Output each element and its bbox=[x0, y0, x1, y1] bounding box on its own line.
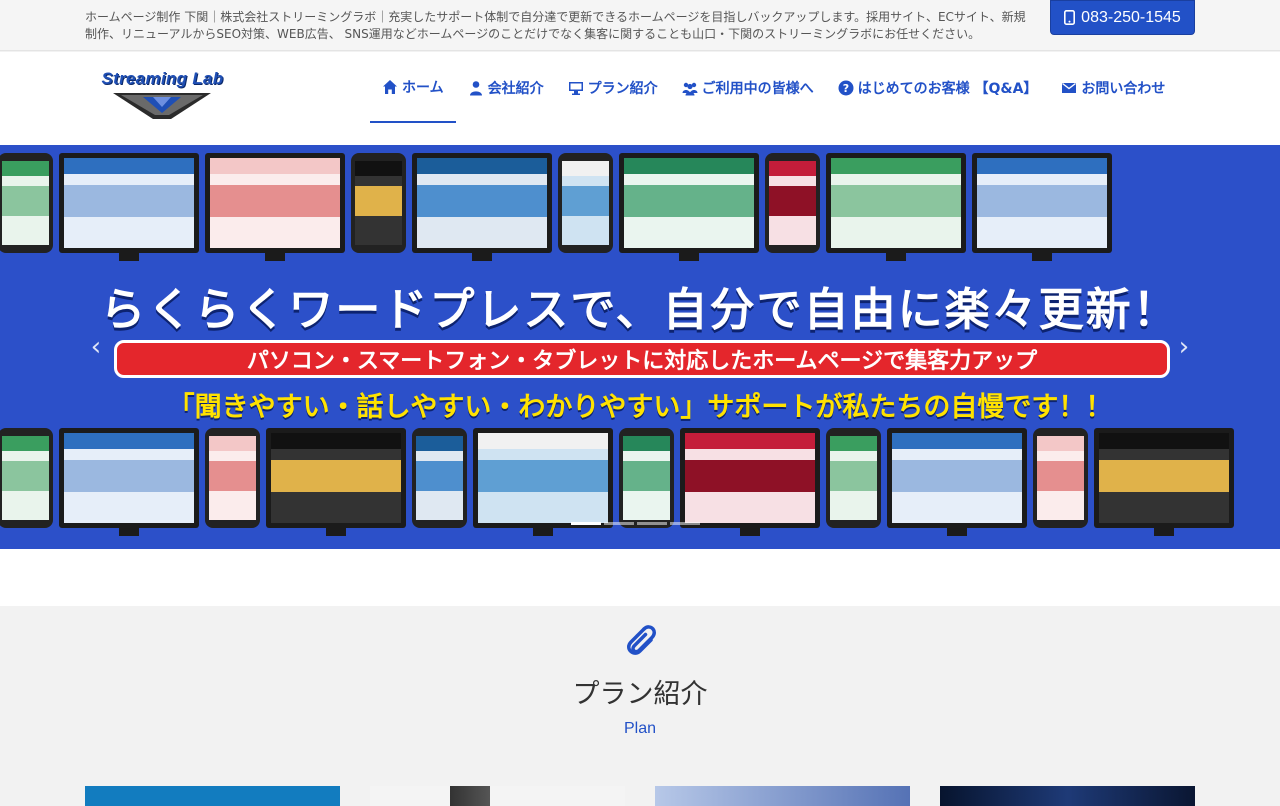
phone-mockup bbox=[205, 428, 260, 528]
monitor-mockup bbox=[473, 428, 613, 536]
nav-item-contact[interactable]: お問い合わせ bbox=[1049, 52, 1177, 123]
monitor-mockup bbox=[972, 153, 1112, 261]
monitor-mockup bbox=[826, 153, 966, 261]
phone-mockup bbox=[1033, 428, 1088, 528]
paperclip-icon bbox=[627, 625, 656, 655]
nav-label: ホーム bbox=[402, 79, 444, 96]
device-showcase-top bbox=[0, 153, 1278, 261]
monitor-mockup bbox=[887, 428, 1027, 536]
slider-indicator[interactable] bbox=[571, 522, 601, 525]
slider-indicator[interactable] bbox=[637, 522, 667, 525]
slider-indicator[interactable] bbox=[670, 522, 700, 525]
hero-ribbon: パソコン・スマートフォン・タブレットに対応したホームページで集客力アップ bbox=[114, 340, 1170, 378]
phone-mockup bbox=[765, 153, 820, 253]
nav-label: ご利用中の皆様へ bbox=[701, 80, 814, 97]
mail-icon bbox=[1062, 82, 1077, 93]
section-subtitle: Plan bbox=[623, 720, 657, 737]
home-icon bbox=[383, 79, 397, 94]
plan-card[interactable] bbox=[940, 786, 1195, 806]
monitor-mockup bbox=[619, 153, 759, 261]
phone-mockup bbox=[351, 153, 406, 253]
top-info-bar: ホームページ制作 下関｜株式会社ストリーミングラボ｜充実したサポート体制で自分達… bbox=[0, 0, 1280, 51]
plan-card[interactable] bbox=[655, 786, 910, 806]
main-nav: ホーム 会社紹介 プラン紹介 ご利用中の皆様へ ? はじめてのお客様 【Q&A】… bbox=[370, 52, 1177, 123]
phone-mockup bbox=[826, 428, 881, 528]
nav-item-home[interactable]: ホーム bbox=[370, 52, 456, 123]
monitor-mockup bbox=[205, 153, 345, 261]
monitor-icon bbox=[568, 81, 583, 95]
svg-text:?: ? bbox=[842, 82, 848, 95]
logo-emblem-icon bbox=[113, 93, 211, 119]
plan-card[interactable] bbox=[85, 786, 340, 806]
nav-item-company[interactable]: 会社紹介 bbox=[456, 52, 556, 123]
nav-label: はじめてのお客様 【Q&A】 bbox=[857, 80, 1038, 97]
phone-mockup bbox=[0, 428, 53, 528]
nav-label: プラン紹介 bbox=[587, 80, 658, 97]
logo-text: Streaming Lab bbox=[101, 69, 224, 88]
phone-mockup bbox=[0, 153, 53, 253]
nav-label: お問い合わせ bbox=[1081, 80, 1166, 97]
question-icon: ? bbox=[838, 80, 854, 95]
slider-indicators bbox=[571, 522, 700, 525]
hero-ribbon-text: パソコン・スマートフォン・タブレットに対応したホームページで集客力アップ bbox=[246, 349, 1038, 374]
monitor-mockup bbox=[59, 153, 199, 261]
monitor-mockup bbox=[59, 428, 199, 536]
hero-slider: らくらくワードプレスで、自分で自由に楽々更新！ パソコン・スマートフォン・タブレ… bbox=[0, 145, 1280, 549]
hero-subheadline: 「聞きやすい・話しやすい・わかりやすい」サポートが私たちの自慢です！！ bbox=[167, 392, 1113, 423]
person-icon bbox=[469, 80, 482, 95]
monitor-mockup bbox=[412, 153, 552, 261]
slider-indicator[interactable] bbox=[604, 522, 634, 525]
mobile-phone-icon bbox=[1064, 10, 1076, 25]
phone-button[interactable]: 083-250-1545 bbox=[1050, 0, 1195, 35]
plan-section: プラン紹介 Plan bbox=[0, 606, 1280, 806]
phone-mockup bbox=[412, 428, 467, 528]
monitor-mockup bbox=[266, 428, 406, 536]
site-logo[interactable]: Streaming Lab bbox=[85, 69, 240, 121]
nav-item-plans[interactable]: プラン紹介 bbox=[556, 52, 670, 123]
nav-label: 会社紹介 bbox=[487, 80, 544, 97]
nav-item-users[interactable]: ご利用中の皆様へ bbox=[670, 52, 826, 123]
nav-item-faq[interactable]: ? はじめてのお客様 【Q&A】 bbox=[826, 52, 1050, 123]
monitor-mockup bbox=[680, 428, 820, 536]
slider-next-button[interactable]: › bbox=[1174, 334, 1194, 360]
hero-headline: らくらくワードプレスで、自分で自由に楽々更新！ bbox=[100, 283, 1180, 336]
plan-card[interactable] bbox=[370, 786, 625, 806]
section-spacer bbox=[0, 549, 1280, 606]
site-description: ホームページ制作 下関｜株式会社ストリーミングラボ｜充実したサポート体制で自分達… bbox=[85, 10, 1026, 41]
phone-number: 083-250-1545 bbox=[1081, 8, 1181, 26]
phone-mockup bbox=[558, 153, 613, 253]
device-showcase-bottom bbox=[0, 428, 1278, 536]
monitor-mockup bbox=[1094, 428, 1234, 536]
group-icon bbox=[682, 82, 698, 95]
section-title: プラン紹介 bbox=[572, 679, 708, 710]
phone-mockup bbox=[619, 428, 674, 528]
site-header: Streaming Lab ホーム 会社紹介 プラン紹介 ご利用中の皆様へ ? … bbox=[0, 52, 1280, 145]
slider-prev-button[interactable]: ‹ bbox=[86, 334, 106, 360]
